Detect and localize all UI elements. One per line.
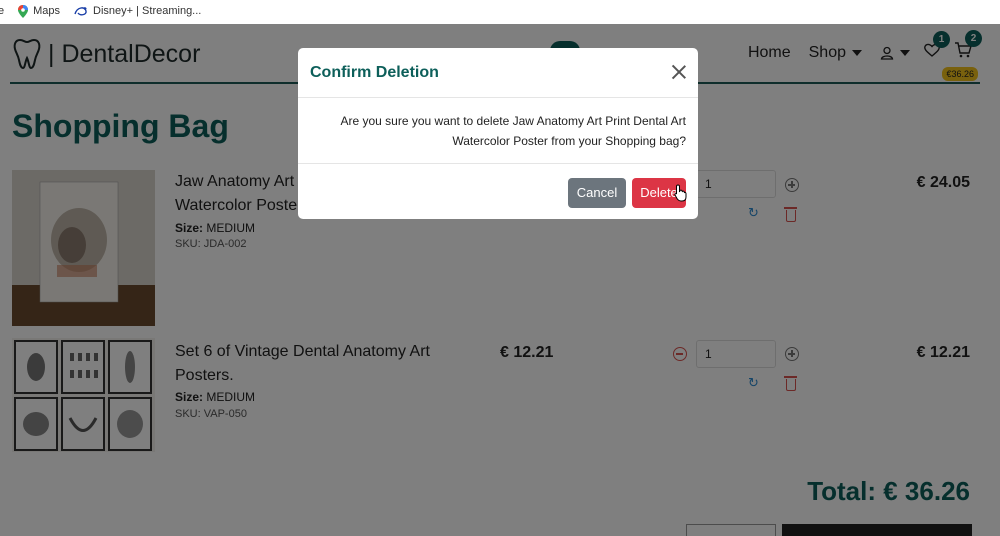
hand-pointer-icon bbox=[674, 184, 687, 202]
bookmarks-bar: e Maps Disney+ | Streaming... bbox=[0, 0, 1000, 22]
bookmark-label: Maps bbox=[33, 5, 61, 17]
modal-message: Are you sure you want to delete Jaw Anat… bbox=[306, 111, 686, 151]
modal-message-line1: Are you sure you want to delete Jaw Anat… bbox=[340, 114, 686, 128]
bookmark-label: e bbox=[0, 5, 5, 17]
modal-message-line2: Watercolor Poster from your Shopping bag… bbox=[452, 134, 686, 148]
disney-plus-icon bbox=[74, 7, 87, 16]
bookmark-disney[interactable]: Disney+ | Streaming... bbox=[74, 5, 201, 17]
bookmark-label: Disney+ | Streaming... bbox=[93, 5, 202, 17]
maps-pin-icon bbox=[18, 4, 29, 18]
bookmark-truncated[interactable]: e bbox=[0, 5, 4, 17]
modal-header: Confirm Deletion bbox=[298, 48, 698, 98]
page: e Maps Disney+ | Streaming... | Denta bbox=[0, 0, 1000, 536]
modal-title: Confirm Deletion bbox=[310, 64, 439, 81]
modal-footer: Cancel Delete bbox=[298, 163, 698, 219]
cancel-button[interactable]: Cancel bbox=[568, 178, 626, 208]
confirm-deletion-modal: Confirm Deletion Are you sure you want t… bbox=[298, 48, 698, 219]
close-icon[interactable] bbox=[672, 65, 686, 79]
bookmark-maps[interactable]: Maps bbox=[18, 4, 61, 18]
